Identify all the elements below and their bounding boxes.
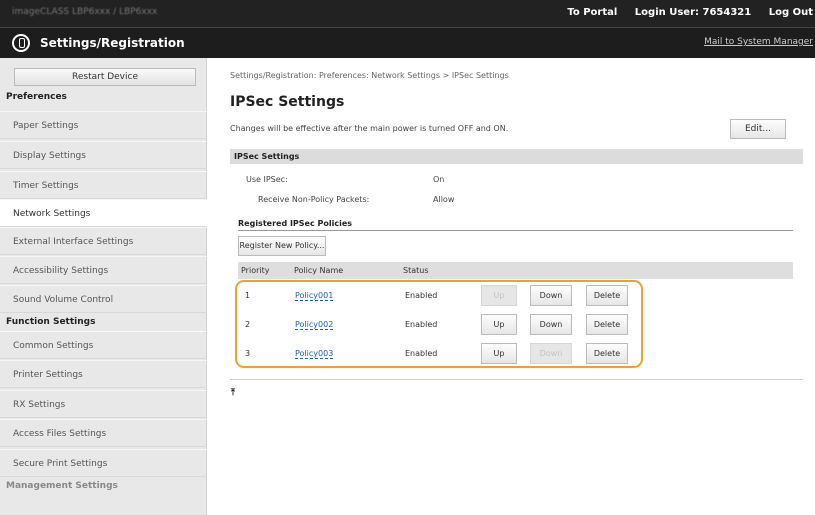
back-to-top-icon[interactable]: ⤒ bbox=[231, 388, 235, 398]
sidebar-item-sound-volume-control[interactable]: Sound Volume Control bbox=[0, 285, 207, 313]
top-bar-right: To Portal Login User: 7654321 Log Out bbox=[553, 7, 813, 18]
use-ipsec-label: Use IPSec: bbox=[246, 175, 288, 184]
restart-notice: Changes will be effective after the main… bbox=[230, 124, 509, 133]
main-content: Settings/Registration: Preferences: Netw… bbox=[208, 58, 815, 515]
sidebar-item-secure-print-settings[interactable]: Secure Print Settings bbox=[0, 449, 207, 477]
breadcrumb: Settings/Registration: Preferences: Netw… bbox=[230, 71, 509, 80]
login-user-value: 7654321 bbox=[702, 7, 752, 18]
sidebar-item-rx-settings[interactable]: RX Settings bbox=[0, 390, 207, 418]
receive-non-policy-value: Allow bbox=[433, 195, 455, 204]
section-title-ipsec-settings: IPSec Settings bbox=[230, 149, 803, 164]
page-title: IPSec Settings bbox=[230, 94, 345, 110]
sidebar-item-printer-settings[interactable]: Printer Settings bbox=[0, 360, 207, 388]
sidebar-item-paper-settings[interactable]: Paper Settings bbox=[0, 111, 207, 139]
heading-divider bbox=[238, 230, 793, 231]
sidebar-heading-function-settings: Function Settings bbox=[6, 317, 96, 327]
sidebar-item-timer-settings[interactable]: Timer Settings bbox=[0, 171, 207, 199]
sidebar-item-accessibility-settings[interactable]: Accessibility Settings bbox=[0, 256, 207, 284]
sidebar-item-common-settings[interactable]: Common Settings bbox=[0, 331, 207, 359]
sidebar-heading-preferences: Preferences bbox=[6, 92, 67, 102]
sidebar-item-external-interface-settings[interactable]: External Interface Settings bbox=[0, 227, 207, 255]
to-portal-link[interactable]: To Portal bbox=[567, 7, 617, 18]
logout-link[interactable]: Log Out bbox=[769, 7, 813, 18]
use-ipsec-value: On bbox=[433, 175, 445, 184]
column-header-status: Status bbox=[403, 266, 429, 275]
settings-logo-icon bbox=[12, 34, 30, 52]
register-new-policy-button[interactable]: Register New Policy... bbox=[238, 236, 326, 256]
policy-table-header: Priority Policy Name Status bbox=[238, 262, 793, 279]
sidebar: Restart Device Preferences Paper Setting… bbox=[0, 58, 207, 515]
mail-to-system-manager-link[interactable]: Mail to System Manager bbox=[704, 37, 813, 47]
sidebar-heading-management-settings: Management Settings bbox=[6, 481, 118, 491]
sidebar-item-network-settings[interactable]: Network Settings bbox=[0, 199, 207, 227]
highlight-outline bbox=[235, 280, 643, 368]
top-bar: imageCLASS LBP6xxx / LBP6xxx To Portal L… bbox=[0, 0, 815, 27]
content-divider bbox=[230, 379, 803, 380]
receive-non-policy-label: Receive Non-Policy Packets: bbox=[258, 195, 370, 204]
login-user-label-text: Login User: bbox=[634, 7, 700, 18]
title-bar: Settings/Registration Mail to System Man… bbox=[0, 27, 815, 58]
login-user-label: Login User: 7654321 bbox=[635, 7, 751, 18]
edit-button[interactable]: Edit... bbox=[730, 119, 786, 139]
column-header-priority: Priority bbox=[241, 266, 270, 275]
restart-device-button[interactable]: Restart Device bbox=[14, 68, 196, 86]
sidebar-item-access-files-settings[interactable]: Access Files Settings bbox=[0, 419, 207, 447]
registered-policies-heading: Registered IPSec Policies bbox=[238, 219, 353, 228]
column-header-policy-name: Policy Name bbox=[294, 266, 344, 275]
sidebar-item-display-settings[interactable]: Display Settings bbox=[0, 141, 207, 169]
device-name-text: imageCLASS LBP6xxx / LBP6xxx bbox=[12, 7, 158, 17]
app-title: Settings/Registration bbox=[40, 36, 185, 50]
